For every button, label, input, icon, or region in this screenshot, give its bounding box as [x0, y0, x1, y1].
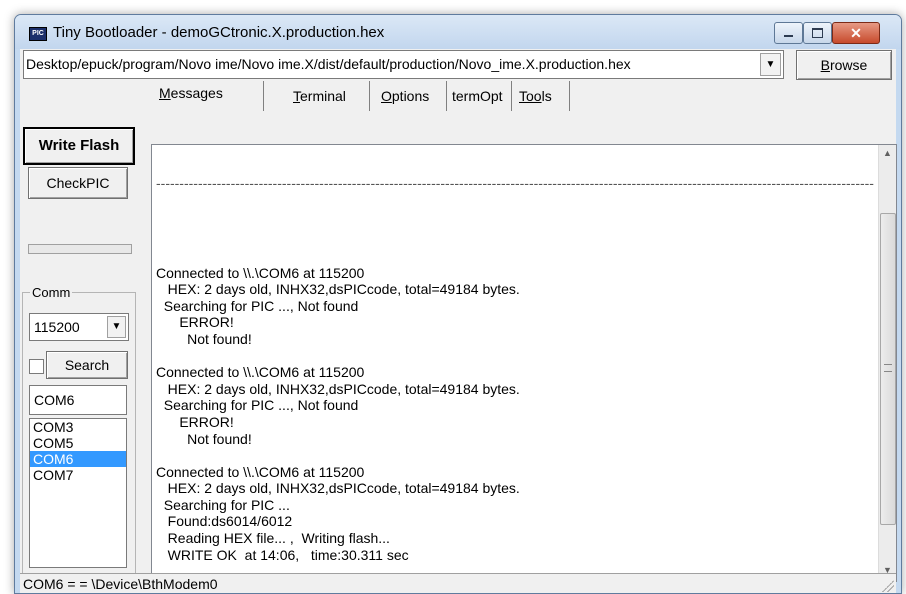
- minimize-button[interactable]: [774, 22, 803, 44]
- log-line: ERROR!: [156, 314, 234, 331]
- log-line: Reading HEX file... , Writing flash...: [156, 530, 390, 547]
- client-area: Desktop/epuck/program/Novo ime/Novo ime.…: [20, 49, 897, 593]
- log-line: Connected to \\.\COM6 at 115200: [156, 463, 365, 480]
- tab-termopt[interactable]: termOpt: [446, 81, 512, 111]
- tab-terminal-label: erminal: [300, 88, 346, 104]
- com-list-item-selected[interactable]: COM6: [30, 451, 126, 467]
- log-line: HEX: 2 days old, INHX32,dsPICcode, total…: [156, 480, 520, 497]
- com-list-item[interactable]: COM5: [30, 435, 126, 451]
- scroll-grip-icon: [884, 364, 892, 372]
- comm-group-label: Comm: [30, 285, 73, 300]
- tab-tools-label: ls: [541, 88, 552, 104]
- com-list-item[interactable]: COM7: [30, 467, 126, 483]
- com-port-input[interactable]: COM6: [29, 385, 127, 415]
- log-line: Connected to \\.\COM6 at 115200: [156, 264, 365, 281]
- tab-terminal[interactable]: Terminal: [263, 81, 370, 111]
- log-line: HEX: 2 days old, INHX32,dsPICcode, total…: [156, 281, 520, 298]
- progress-bar: [28, 244, 132, 254]
- log-line: Found:ds6014/6012: [156, 513, 293, 530]
- write-flash-button[interactable]: Write Flash: [23, 127, 135, 165]
- hex-file-path-value[interactable]: Desktop/epuck/program/Novo ime/Novo ime.…: [26, 56, 754, 72]
- tab-options[interactable]: Options: [369, 81, 447, 111]
- window-title: Tiny Bootloader - demoGCtronic.X.product…: [53, 24, 385, 41]
- log-line: Not found!: [156, 330, 252, 347]
- browse-button[interactable]: Browse: [796, 50, 892, 80]
- tab-terminal-mnemonic: T: [293, 88, 300, 104]
- browse-label: rowse: [829, 57, 868, 73]
- tab-tools-mnemonic: Too: [519, 88, 542, 104]
- check-pic-button[interactable]: CheckPIC: [28, 167, 128, 199]
- status-text: COM6 = = \Device\BthModem0: [23, 576, 218, 592]
- resize-grip-icon[interactable]: [882, 580, 894, 592]
- log-line: Searching for PIC ..., Not found: [156, 297, 359, 314]
- log-separator: ----------------------------------------…: [156, 178, 874, 192]
- maximize-icon: [812, 28, 823, 38]
- baud-rate-combobox[interactable]: 115200 ▼: [29, 313, 129, 341]
- pic-app-icon[interactable]: PIC: [29, 27, 47, 41]
- browse-mnemonic: B: [820, 57, 830, 73]
- messages-log: ----------------------------------------…: [156, 145, 874, 579]
- close-button[interactable]: ✕: [832, 22, 880, 44]
- com-port-list[interactable]: COM3 COM5 COM6 COM7: [29, 418, 127, 568]
- log-line: Searching for PIC ...: [156, 496, 290, 513]
- tab-tools[interactable]: Tools: [511, 81, 570, 111]
- scroll-up-arrow-icon[interactable]: ▲: [879, 145, 896, 162]
- tab-options-mnemonic: O: [381, 88, 392, 104]
- status-bar: COM6 = = \Device\BthModem0: [20, 573, 896, 593]
- com-port-value: COM6: [34, 392, 75, 408]
- path-dropdown-arrow-icon[interactable]: ▼: [760, 53, 781, 76]
- log-line: WRITE OK at 14:06, time:30.311 sec: [156, 546, 409, 563]
- minimize-icon: [784, 35, 793, 37]
- tab-termopt-label: termOpt: [452, 88, 503, 104]
- tab-messages-mnemonic: M: [159, 85, 171, 101]
- log-line: HEX: 2 days old, INHX32,dsPICcode, total…: [156, 380, 520, 397]
- messages-panel: ----------------------------------------…: [151, 144, 897, 582]
- hex-file-path-combobox[interactable]: Desktop/epuck/program/Novo ime/Novo ime.…: [23, 50, 784, 79]
- log-line: Searching for PIC ..., Not found: [156, 397, 359, 414]
- search-button[interactable]: Search: [46, 351, 128, 379]
- baud-rate-value: 115200: [34, 319, 80, 335]
- log-line: Connected to \\.\COM6 at 115200: [156, 364, 365, 381]
- vertical-scrollbar[interactable]: ▲ ▼: [878, 145, 896, 579]
- log-line: Not found!: [156, 430, 252, 447]
- scroll-thumb[interactable]: [880, 213, 896, 525]
- close-icon: ✕: [850, 25, 862, 41]
- tiny-bootloader-window: PIC Tiny Bootloader - demoGCtronic.X.pro…: [14, 14, 902, 594]
- title-bar[interactable]: PIC Tiny Bootloader - demoGCtronic.X.pro…: [15, 15, 901, 49]
- tab-messages-label: essages: [170, 85, 223, 101]
- tab-messages[interactable]: Messages: [149, 81, 264, 111]
- maximize-button[interactable]: [803, 22, 832, 44]
- baud-dropdown-arrow-icon[interactable]: ▼: [107, 316, 126, 338]
- search-checkbox[interactable]: [29, 359, 44, 374]
- tab-options-label: ptions: [391, 88, 430, 104]
- log-line: ERROR!: [156, 413, 234, 430]
- com-list-item[interactable]: COM3: [30, 419, 126, 435]
